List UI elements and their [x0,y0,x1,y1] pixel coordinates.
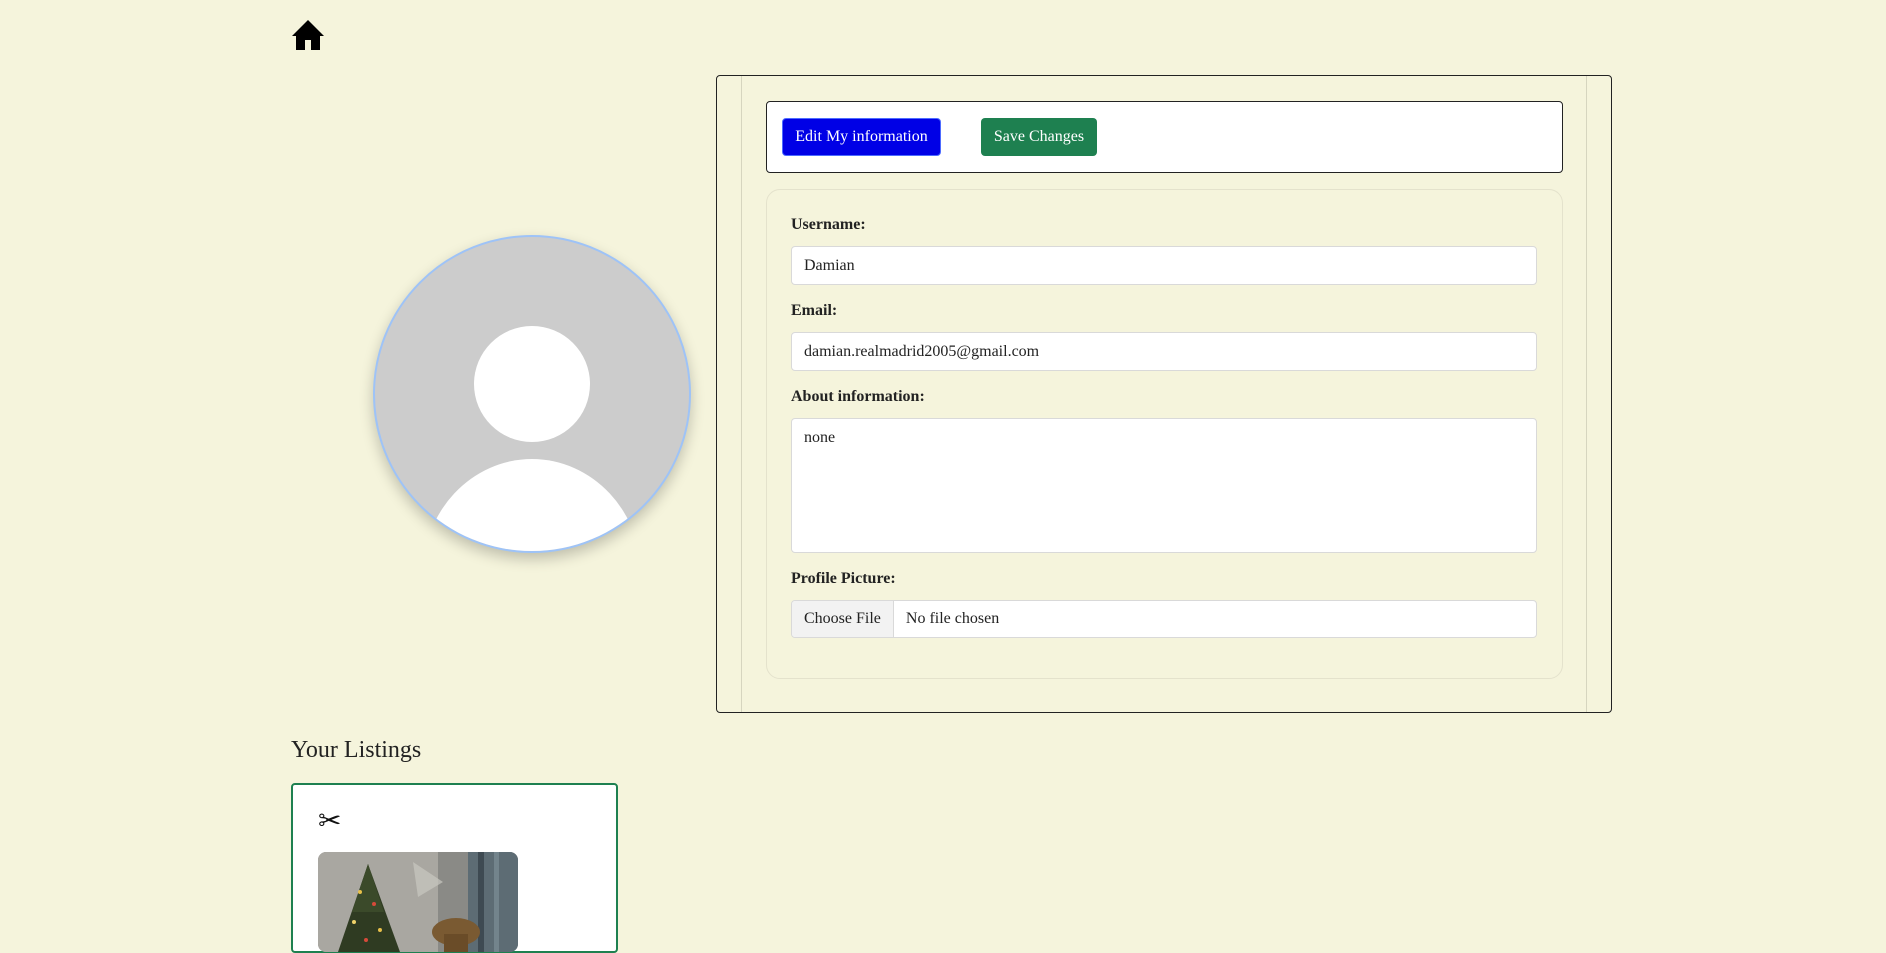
profile-avatar [373,235,691,553]
edit-information-button[interactable]: Edit My information [782,118,941,156]
about-textarea[interactable]: none [791,418,1537,553]
home-icon[interactable] [291,18,325,52]
listings-title: Your Listings [291,737,422,763]
scissors-icon[interactable]: ✂ [318,808,341,836]
about-label: About information: [791,388,925,405]
save-changes-button[interactable]: Save Changes [981,118,1097,156]
choose-file-button[interactable]: Choose File [792,601,894,637]
email-field[interactable]: damian.realmadrid2005@gmail.com [791,332,1537,371]
profile-picture-input[interactable]: Choose File No file chosen [791,600,1537,638]
default-avatar-icon [424,326,640,551]
file-status-text: No file chosen [905,610,1000,627]
profile-picture-label: Profile Picture: [791,570,896,587]
username-field[interactable]: Damian [791,246,1537,285]
username-label: Username: [791,216,866,233]
listing-photo[interactable] [318,852,518,952]
email-label: Email: [791,302,838,319]
